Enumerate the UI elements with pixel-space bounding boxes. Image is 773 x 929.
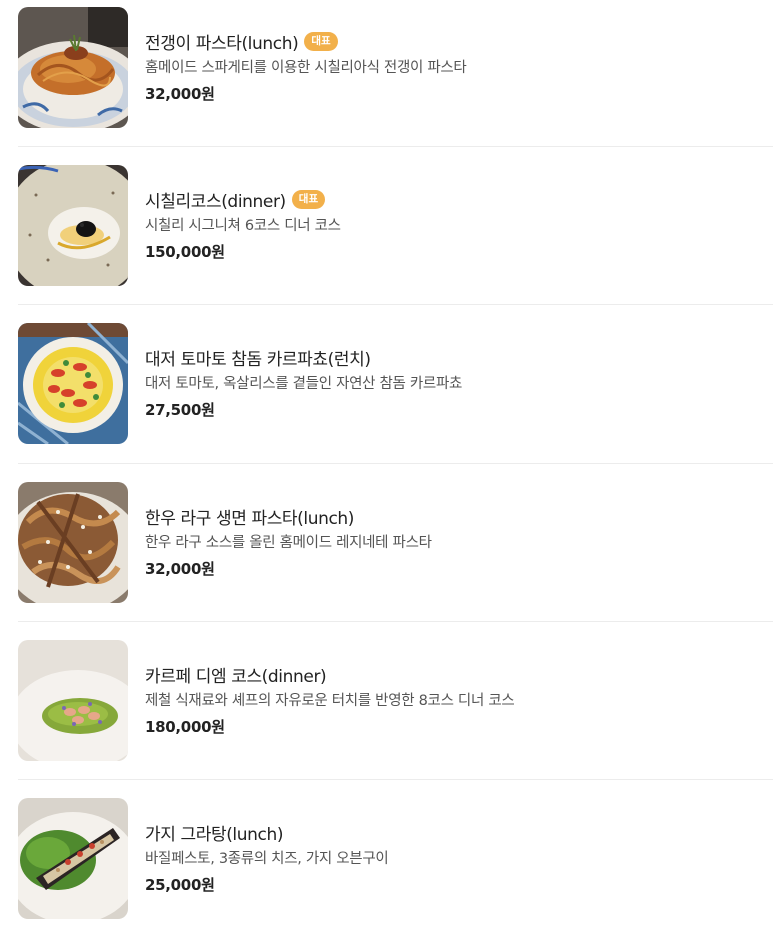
menu-name: 카르페 디엠 코스(dinner) bbox=[145, 666, 327, 687]
menu-price: 150,000원 bbox=[145, 243, 225, 261]
menu-name: 전갱이 파스타(lunch) bbox=[145, 33, 299, 54]
menu-description: 바질페스토, 3종류의 치즈, 가지 오븐구이 bbox=[145, 851, 389, 867]
menu-item-carpe-diem-course[interactable]: 카르페 디엠 코스(dinner) 제철 식재료와 셰프의 자유로운 터치를 반… bbox=[0, 633, 773, 791]
divider bbox=[18, 463, 773, 464]
menu-name: 한우 라구 생면 파스타(lunch) bbox=[145, 508, 355, 529]
menu-photo-anchovy-pasta bbox=[18, 7, 128, 128]
menu-info: 가지 그라탕(lunch) 바질페스토, 3종류의 치즈, 가지 오븐구이 25… bbox=[145, 818, 763, 897]
divider bbox=[18, 304, 773, 305]
menu-info: 한우 라구 생면 파스타(lunch) 한우 라구 소스를 올린 홈메이드 레지… bbox=[145, 502, 763, 581]
signature-badge: 대표 bbox=[304, 31, 338, 51]
menu-item-hanwoo-ragu-pasta[interactable]: 한우 라구 생면 파스타(lunch) 한우 라구 소스를 올린 홈메이드 레지… bbox=[0, 475, 773, 633]
menu-name: 대저 토마토 참돔 카르파쵸(런치) bbox=[145, 349, 371, 370]
menu-price: 27,500원 bbox=[145, 401, 215, 419]
divider bbox=[18, 146, 773, 147]
menu-description: 대저 토마토, 옥살리스를 곁들인 자연산 참돔 카르파쵸 bbox=[145, 376, 463, 392]
menu-description: 제철 식재료와 셰프의 자유로운 터치를 반영한 8코스 디너 코스 bbox=[145, 693, 515, 709]
menu-info: 시칠리코스(dinner) 대표 시칠리 시그니쳐 6코스 디너 코스 150,… bbox=[145, 185, 763, 264]
menu-photo-sicily-course bbox=[18, 165, 128, 286]
menu-item-eggplant-gratin[interactable]: 가지 그라탕(lunch) 바질페스토, 3종류의 치즈, 가지 오븐구이 25… bbox=[0, 791, 773, 929]
menu-info: 대저 토마토 참돔 카르파쵸(런치) 대저 토마토, 옥살리스를 곁들인 자연산… bbox=[145, 343, 763, 422]
menu-description: 시칠리 시그니쳐 6코스 디너 코스 bbox=[145, 218, 341, 234]
menu-name: 가지 그라탕(lunch) bbox=[145, 824, 284, 845]
menu-price: 25,000원 bbox=[145, 876, 215, 894]
menu-item-anchovy-pasta[interactable]: 전갱이 파스타(lunch) 대표 홈메이드 스파게티를 이용한 시칠리아식 전… bbox=[0, 0, 773, 158]
menu-price: 180,000원 bbox=[145, 718, 225, 736]
menu-description: 한우 라구 소스를 올린 홈메이드 레지네테 파스타 bbox=[145, 535, 432, 551]
menu-item-sicily-course[interactable]: 시칠리코스(dinner) 대표 시칠리 시그니쳐 6코스 디너 코스 150,… bbox=[0, 158, 773, 316]
divider bbox=[18, 621, 773, 622]
menu-photo-tomato-carpaccio bbox=[18, 323, 128, 444]
menu-name: 시칠리코스(dinner) bbox=[145, 191, 286, 212]
menu-description: 홈메이드 스파게티를 이용한 시칠리아식 전갱이 파스타 bbox=[145, 60, 467, 76]
menu-photo-eggplant-gratin bbox=[18, 798, 128, 919]
menu-item-tomato-carpaccio[interactable]: 대저 토마토 참돔 카르파쵸(런치) 대저 토마토, 옥살리스를 곁들인 자연산… bbox=[0, 316, 773, 474]
menu-photo-hanwoo-ragu-pasta bbox=[18, 482, 128, 603]
menu-price: 32,000원 bbox=[145, 560, 215, 578]
menu-info: 카르페 디엠 코스(dinner) 제철 식재료와 셰프의 자유로운 터치를 반… bbox=[145, 660, 763, 739]
menu-price: 32,000원 bbox=[145, 85, 215, 103]
signature-badge: 대표 bbox=[291, 189, 326, 209]
divider bbox=[18, 779, 773, 780]
menu-list: 전갱이 파스타(lunch) 대표 홈메이드 스파게티를 이용한 시칠리아식 전… bbox=[0, 0, 773, 929]
menu-info: 전갱이 파스타(lunch) 대표 홈메이드 스파게티를 이용한 시칠리아식 전… bbox=[145, 27, 763, 106]
menu-photo-carpe-diem-course bbox=[18, 640, 128, 761]
